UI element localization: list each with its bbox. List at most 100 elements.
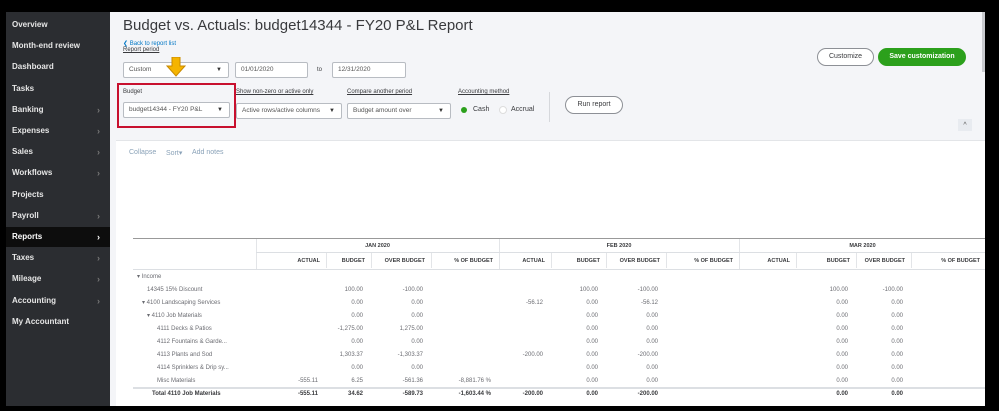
table-cell: 0.00 <box>646 365 658 371</box>
add-notes-link[interactable]: Add notes <box>192 149 224 156</box>
cash-radio[interactable] <box>461 107 467 113</box>
collapse-filters-icon[interactable]: ^ <box>958 119 972 131</box>
sidebar-item-label: Workflows <box>12 168 53 178</box>
table-cell: 0.00 <box>351 300 363 306</box>
sidebar-item-taxes[interactable]: Taxes › <box>6 248 110 268</box>
sidebar-item-mileage[interactable]: Mileage › <box>6 269 110 289</box>
sidebar-item-label: Sales <box>12 147 33 157</box>
chevron-right-icon: › <box>97 126 100 136</box>
sidebar-item-tasks[interactable]: Tasks <box>6 79 110 99</box>
sidebar-item-my-accountant[interactable]: My Accountant <box>6 312 110 332</box>
column-header-budget: BUDGET <box>576 258 600 264</box>
collapse-link[interactable]: Collapse <box>129 149 156 156</box>
accounting-method-label: Accounting method <box>458 89 510 95</box>
compare-select[interactable]: Budget amount over ▼ <box>347 103 451 119</box>
month-header-divider <box>256 252 985 253</box>
table-cell: 0.00 <box>836 313 848 319</box>
table-cell: 0.00 <box>836 300 848 306</box>
to-label: to <box>317 67 323 73</box>
divider <box>549 92 550 122</box>
chevron-right-icon: › <box>97 168 100 179</box>
column-header-over-budget: OVER BUDGET <box>384 258 425 264</box>
column-header--of-budget: % OF BUDGET <box>454 258 493 264</box>
sidebar-item-reports[interactable]: Reports › <box>6 227 110 247</box>
chevron-down-icon: ▼ <box>438 108 444 114</box>
row-label: 4111 Decks & Patios <box>157 326 212 332</box>
sort-dropdown[interactable]: Sort▾ <box>166 149 182 157</box>
table-cell: 0.00 <box>351 313 363 319</box>
sidebar-item-sales[interactable]: Sales › <box>6 142 110 162</box>
column-divider <box>606 253 607 268</box>
row-label: 4112 Fountains & Garde... <box>157 339 227 345</box>
accrual-label: Accrual <box>511 106 535 113</box>
table-cell: 0.00 <box>586 352 598 358</box>
chevron-right-icon: › <box>97 104 100 115</box>
sidebar-item-workflows[interactable]: Workflows › <box>6 163 110 183</box>
chevron-down-icon: ▼ <box>329 108 335 114</box>
sidebar-item-label: Projects <box>12 189 44 199</box>
table-cell: -56.12 <box>525 300 543 306</box>
end-date-input[interactable]: 12/31/2020 <box>332 62 406 78</box>
sidebar-item-projects[interactable]: Projects <box>6 185 110 205</box>
row-label[interactable]: ▾ 4100 Landscaping Services <box>142 297 220 310</box>
sidebar-item-expenses[interactable]: Expenses › <box>6 121 110 141</box>
sidebar-item-label: Reports <box>12 232 43 241</box>
sidebar-item-dashboard[interactable]: Dashboard <box>6 57 110 77</box>
table-cell: 0.00 <box>586 365 598 371</box>
table-cell: 1,303.37 <box>339 352 363 358</box>
table-cell: -555.11 <box>297 391 318 397</box>
table-cell: 0.00 <box>586 326 598 332</box>
column-divider <box>551 253 552 268</box>
back-to-report-list-link[interactable]: ❮ Back to report list <box>123 40 176 47</box>
sidebar-item-payroll[interactable]: Payroll › <box>6 206 110 226</box>
sidebar-item-label: Payroll <box>12 210 39 220</box>
chevron-down-icon: ▼ <box>216 67 222 73</box>
row-label[interactable]: ▾ 4110 Job Materials <box>147 310 202 323</box>
table-cell: 0.00 <box>351 339 363 345</box>
chevron-right-icon: › <box>97 274 100 285</box>
page-title: Budget vs. Actuals: budget14344 - FY20 P… <box>123 17 473 34</box>
compare-value: Budget amount over <box>353 107 412 114</box>
sidebar-item-accounting[interactable]: Accounting › <box>6 291 110 311</box>
table-cell: 0.00 <box>411 313 423 319</box>
row-label: 4114 Sprinklers & Drip sy... <box>157 365 229 371</box>
cash-label: Cash <box>473 106 490 113</box>
scrollbar[interactable] <box>982 12 985 72</box>
table-cell: 0.00 <box>891 326 903 332</box>
column-divider <box>796 253 797 268</box>
table-cell: 100.00 <box>829 287 848 293</box>
nonzero-select[interactable]: Active rows/active columns ▼ <box>236 103 342 119</box>
table-cell: -200.00 <box>522 352 543 358</box>
sidebar-item-banking[interactable]: Banking › <box>6 100 110 120</box>
total-row-label: Total 4110 Job Materials <box>152 391 221 397</box>
save-customization-button[interactable]: Save customization <box>878 48 966 66</box>
sidebar-item-overview[interactable]: Overview <box>6 15 110 35</box>
table-cell: -100.00 <box>882 287 903 293</box>
sidebar-item-month-end-review[interactable]: Month-end review <box>6 36 110 56</box>
table-cell: -1,275.00 <box>337 326 363 332</box>
table-cell: -200.00 <box>637 391 658 397</box>
run-report-button[interactable]: Run report <box>565 96 623 114</box>
table-cell: -1,603.44 % <box>458 391 491 397</box>
column-divider <box>326 253 327 268</box>
sidebar-item-label: Tasks <box>12 83 35 93</box>
start-date-input[interactable]: 01/01/2020 <box>235 62 308 78</box>
table-cell: 0.00 <box>351 365 363 371</box>
column-header-actual: ACTUAL <box>767 258 790 264</box>
header-bottom-border <box>133 269 985 270</box>
sidebar-item-label: Mileage <box>12 274 42 284</box>
table-cell: 0.00 <box>836 391 848 397</box>
table-cell: 0.00 <box>411 339 423 345</box>
customize-button[interactable]: Customize <box>817 48 874 66</box>
sidebar-item-label: Taxes <box>12 253 35 263</box>
row-label[interactable]: ▾ Income <box>137 271 161 284</box>
chevron-right-icon: › <box>97 147 100 158</box>
sidebar-item-label: Month-end review <box>12 41 81 51</box>
compare-label: Compare another period <box>347 89 413 95</box>
accrual-radio[interactable] <box>499 106 507 114</box>
report-period-label: Report period <box>123 47 160 53</box>
budget-select[interactable]: budget14344 - FY20 P&L ▼ <box>123 102 230 118</box>
table-cell: 100.00 <box>344 287 363 293</box>
chevron-right-icon: › <box>97 232 100 242</box>
table-cell: 0.00 <box>891 365 903 371</box>
